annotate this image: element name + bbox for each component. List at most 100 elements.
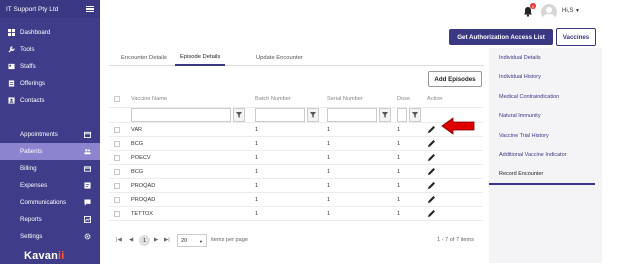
table-row[interactable]: TETTOX 1 1 1 — [109, 207, 483, 221]
sidebar-item-label: Appointments — [20, 131, 58, 138]
row-checkbox[interactable] — [114, 168, 120, 175]
batch-cell: 1 — [255, 196, 259, 203]
chat-icon — [84, 199, 91, 206]
table-row[interactable]: BCG 1 1 1 — [109, 165, 483, 179]
staff-icon — [7, 63, 15, 71]
sidebar-item-dashboard[interactable]: Dashboard — [0, 24, 100, 41]
column-header-batch[interactable]: Batch Number — [255, 91, 291, 107]
row-checkbox[interactable] — [114, 196, 120, 203]
prev-page-icon[interactable]: ◀ — [129, 237, 133, 243]
gear-icon — [84, 233, 91, 240]
edit-pencil-icon[interactable] — [427, 195, 436, 204]
avatar[interactable] — [541, 4, 557, 20]
batch-cell: 1 — [255, 140, 259, 147]
row-checkbox[interactable] — [114, 126, 120, 133]
column-header-action: Action — [427, 96, 443, 102]
edit-pencil-icon[interactable] — [427, 153, 436, 162]
menu-vaccine-trial-history[interactable]: Vaccine Trial History — [489, 126, 602, 146]
table-header-row: Vaccine Name Batch Number Serial Number … — [109, 91, 483, 108]
sidebar-item-billing[interactable]: Billing — [0, 160, 100, 177]
menu-natural-immunity[interactable]: Natural Immunity — [489, 107, 602, 127]
table-row[interactable]: BCG 1 1 1 — [109, 137, 483, 151]
sidebar-item-label: Billing — [20, 165, 37, 172]
tab-update-encounter[interactable]: Update Encounter — [256, 50, 303, 66]
serial-cell: 1 — [327, 168, 331, 175]
edit-pencil-icon[interactable] — [427, 167, 436, 176]
kavanii-logo: Kavanii — [24, 250, 65, 262]
sidebar-item-appointments[interactable]: Appointments — [0, 126, 100, 143]
select-all-checkbox[interactable] — [114, 96, 120, 102]
column-header-vaccine[interactable]: Vaccine Name — [131, 91, 167, 107]
tab-encounter-details[interactable]: Encounter Details — [121, 50, 167, 66]
sidebar-item-label: Communications — [20, 199, 67, 206]
nav-top: Dashboard Tools Staffs Offerings Contact… — [0, 24, 100, 109]
edit-pencil-icon[interactable] — [427, 209, 436, 218]
sidebar-item-offerings[interactable]: Offerings — [0, 75, 100, 92]
get-authorization-access-list-button[interactable]: Get Authorization Access List — [449, 29, 553, 45]
calendar-icon — [84, 131, 91, 138]
sidebar-item-tools[interactable]: Tools — [0, 41, 100, 58]
batch-cell: 1 — [255, 210, 259, 217]
row-checkbox[interactable] — [114, 154, 120, 161]
table-row[interactable]: PROQAD 1 1 1 — [109, 179, 483, 193]
batch-filter-input[interactable] — [255, 108, 305, 122]
table-row[interactable]: PROQAD 1 1 1 — [109, 193, 483, 207]
table-row[interactable]: VAR 1 1 1 — [109, 123, 483, 137]
sidebar-item-label: Staffs — [20, 63, 36, 70]
table-row[interactable]: POECV 1 1 1 — [109, 151, 483, 165]
sidebar-item-label: Dashboard — [20, 29, 51, 36]
serial-cell: 1 — [327, 126, 331, 133]
right-side-menu: Individual Details Individual History Me… — [489, 48, 602, 263]
tab-episode-details[interactable]: Episode Details — [175, 50, 226, 66]
column-header-dose[interactable]: Dose — [397, 91, 410, 107]
menu-individual-details[interactable]: Individual Details — [489, 48, 602, 68]
sidebar-item-reports[interactable]: Reports — [0, 211, 100, 228]
serial-cell: 1 — [327, 210, 331, 217]
pagination: |◀ ◀ 1 ▶ ▶| 20 ▼ items per page 1 - 7 of… — [109, 233, 483, 249]
dose-cell: 1 — [397, 182, 401, 189]
filter-icon[interactable] — [233, 108, 245, 122]
vaccine-cell: BCG — [131, 168, 144, 175]
row-checkbox[interactable] — [114, 140, 120, 147]
sidebar-item-communications[interactable]: Communications — [0, 194, 100, 211]
user-menu[interactable]: Hi,S ▼ — [562, 8, 580, 14]
edit-pencil-icon[interactable] — [427, 139, 436, 148]
page-size-select[interactable]: 20 ▼ — [177, 234, 207, 247]
menu-individual-history[interactable]: Individual History — [489, 68, 602, 88]
edit-pencil-icon[interactable] — [427, 181, 436, 190]
column-header-serial[interactable]: Serial Number — [327, 91, 363, 107]
sidebar-item-contacts[interactable]: Contacts — [0, 92, 100, 109]
report-icon — [84, 216, 91, 223]
last-page-icon[interactable]: ▶| — [164, 237, 170, 243]
next-page-icon[interactable]: ▶ — [154, 237, 158, 243]
vaccine-filter-input[interactable] — [131, 108, 231, 122]
vaccine-cell: VAR — [131, 126, 143, 133]
dashboard-icon — [7, 29, 15, 37]
menu-record-encounter[interactable]: Record Encounter — [489, 165, 595, 185]
first-page-icon[interactable]: |◀ — [116, 237, 122, 243]
page-number-current[interactable]: 1 — [139, 235, 150, 246]
menu-additional-vaccine-indicator[interactable]: Additional Vaccine Indicator — [489, 146, 602, 166]
serial-filter-input[interactable] — [327, 108, 377, 122]
vaccine-cell: TETTOX — [131, 210, 153, 217]
row-checkbox[interactable] — [114, 210, 120, 217]
items-per-page-label: items per page — [211, 237, 249, 243]
add-episodes-button[interactable]: Add Episodes — [428, 71, 482, 87]
dose-filter-input[interactable] — [397, 108, 407, 122]
row-checkbox[interactable] — [114, 182, 120, 189]
people-icon — [84, 148, 91, 155]
filter-icon[interactable] — [379, 108, 391, 122]
vaccine-cell: POECV — [131, 154, 151, 161]
edit-pencil-icon[interactable] — [427, 125, 436, 134]
menu-toggle-icon[interactable] — [86, 6, 94, 12]
batch-cell: 1 — [255, 182, 259, 189]
menu-medical-contraindication[interactable]: Medical Contraindication — [489, 87, 602, 107]
filter-icon[interactable] — [307, 108, 319, 122]
filter-icon[interactable] — [409, 108, 421, 122]
vaccines-button[interactable]: Vaccines — [556, 28, 596, 46]
tab-bar: Encounter Details Episode Details Update… — [109, 50, 484, 66]
sidebar-item-settings[interactable]: Settings — [0, 228, 100, 245]
sidebar-item-staffs[interactable]: Staffs — [0, 58, 100, 75]
sidebar-item-expenses[interactable]: Expenses — [0, 177, 100, 194]
sidebar-item-patients[interactable]: Patients — [0, 143, 100, 160]
